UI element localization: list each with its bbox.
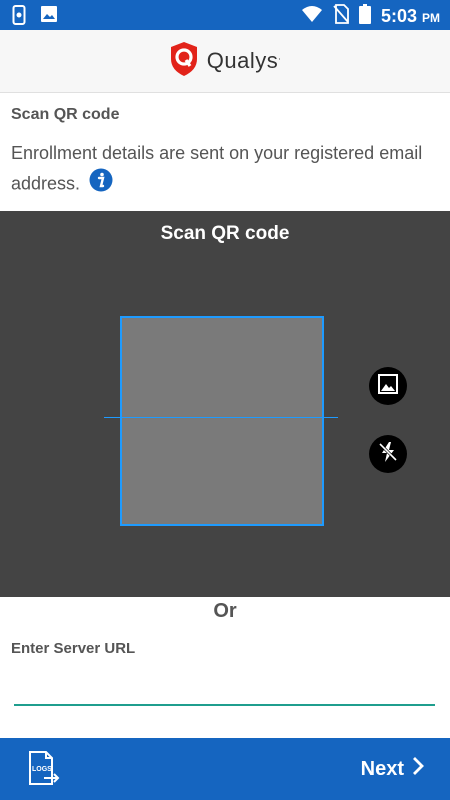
server-url-label: Enter Server URL (11, 640, 136, 657)
brand-logo: Qualys. (169, 41, 282, 82)
enrollment-description: Enrollment details are sent on your regi… (11, 139, 431, 201)
logs-icon: LOGS (29, 751, 60, 785)
status-bar: 5:03 PM (0, 0, 450, 30)
qr-scanner-view[interactable]: Scan QR code (0, 211, 450, 597)
flash-toggle-button[interactable] (369, 435, 407, 473)
flash-off-icon (377, 441, 399, 468)
scan-frame (120, 316, 324, 526)
battery-icon (358, 4, 371, 29)
description-text: Enrollment details are sent on your regi… (11, 143, 423, 194)
scan-line (104, 417, 338, 418)
section-title: Scan QR code (11, 106, 120, 123)
status-time: 5:03 PM (380, 6, 440, 26)
server-url-input[interactable] (14, 672, 435, 706)
image-icon (40, 5, 58, 30)
info-icon[interactable] (89, 168, 113, 201)
wifi-icon (301, 5, 323, 28)
scanner-title: Scan QR code (160, 223, 290, 244)
chevron-right-icon (412, 756, 424, 782)
next-label: Next (360, 757, 404, 780)
bottom-bar: LOGS Next (0, 738, 450, 800)
phone-settings-icon (12, 5, 26, 30)
app-header: Qualys. (0, 30, 450, 93)
or-divider: Or (213, 600, 237, 622)
status-ampm: PM (422, 11, 440, 25)
logs-button[interactable]: LOGS (24, 750, 62, 793)
no-sim-icon (333, 4, 349, 29)
brand-name: Qualys. (206, 48, 282, 73)
logs-label: LOGS (32, 766, 52, 773)
gallery-icon (378, 373, 398, 399)
brand-trademark: . (278, 51, 282, 62)
gallery-button[interactable] (369, 367, 407, 405)
next-button[interactable]: Next (361, 756, 424, 782)
qualys-shield-icon (169, 41, 199, 82)
